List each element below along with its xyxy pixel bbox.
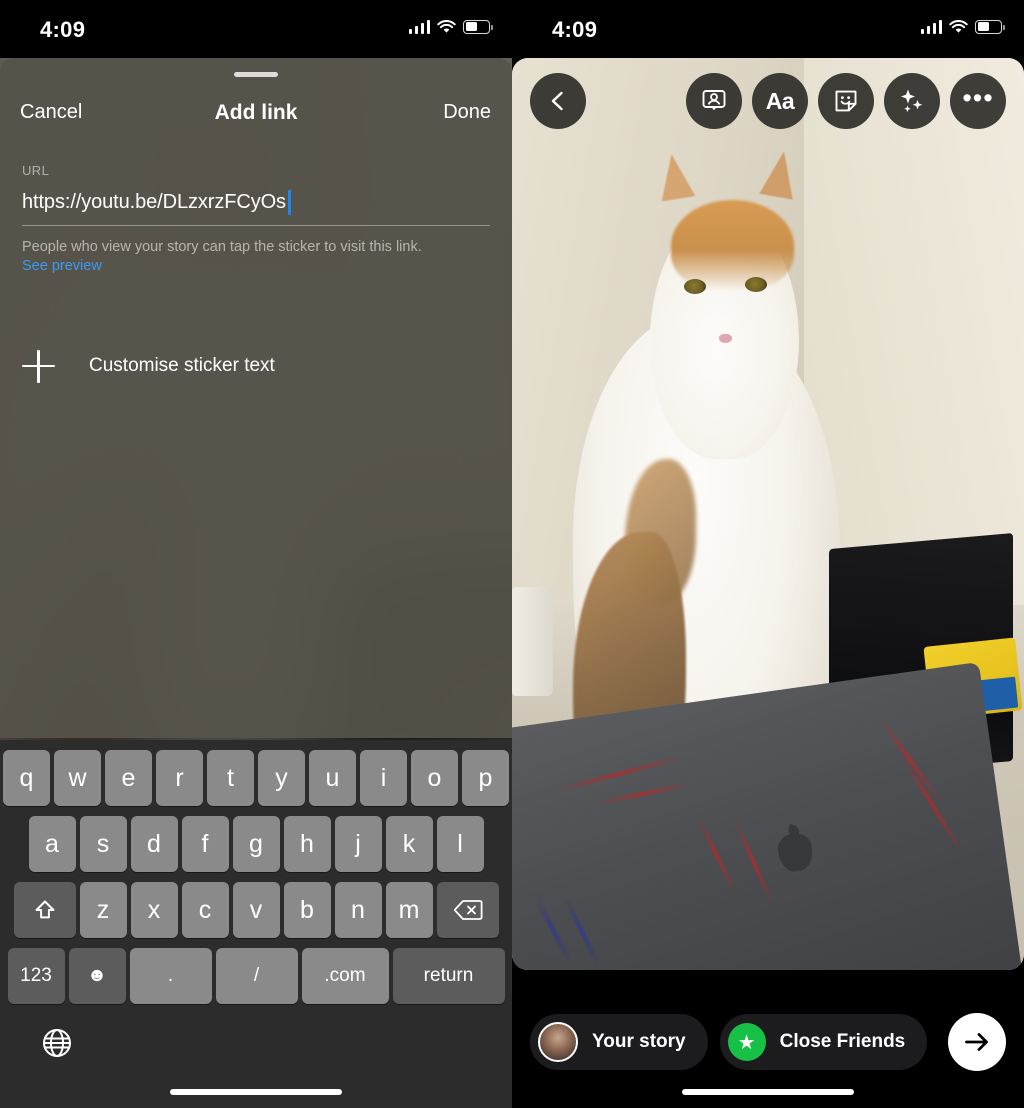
status-bar: 4:09 (0, 0, 512, 58)
battery-icon (975, 19, 1005, 34)
emoji-smiley-icon[interactable]: ☻ (68, 948, 126, 1004)
url-field-label: URL (22, 163, 50, 178)
your-story-label: Your story (592, 1031, 686, 1052)
key-f[interactable]: f (181, 816, 229, 872)
key-u[interactable]: u (309, 750, 356, 806)
key-g[interactable]: g (232, 816, 280, 872)
more-dots: ••• (962, 82, 994, 113)
key-p[interactable]: p (462, 750, 509, 806)
key-x[interactable]: x (130, 882, 178, 938)
more-options-icon[interactable]: ••• (950, 73, 1006, 129)
key-period[interactable]: . (129, 948, 212, 1004)
url-field-hint: People who view your story can tap the s… (22, 239, 422, 255)
composer-top-bar: Aa ••• (512, 72, 1024, 130)
avatar (538, 1022, 578, 1062)
chevron-left-icon[interactable] (530, 73, 586, 129)
home-indicator-right (682, 1089, 854, 1095)
wifi-icon (949, 19, 968, 33)
done-button[interactable]: Done (443, 101, 491, 124)
key-i[interactable]: i (360, 750, 407, 806)
key-w[interactable]: w (54, 750, 101, 806)
story-photo[interactable] (512, 58, 1024, 970)
battery-icon (463, 19, 493, 34)
on-screen-keyboard: q w e r t y u i o p a s d f g h j k l z (0, 740, 512, 1108)
composer-bottom-bar: Your story ★ Close Friends (512, 1012, 1024, 1072)
key-m[interactable]: m (385, 882, 433, 938)
key-d[interactable]: d (130, 816, 178, 872)
key-l[interactable]: l (436, 816, 484, 872)
customise-sticker-text-label: Customise sticker text (89, 355, 275, 376)
key-b[interactable]: b (283, 882, 331, 938)
text-tool-icon[interactable]: Aa (752, 73, 808, 129)
key-y[interactable]: y (258, 750, 305, 806)
status-bar-right: 4:09 (512, 0, 1024, 58)
cellular-signal-icon (408, 19, 430, 34)
add-link-sheet: Cancel Add link Done URL https://youtu.b… (0, 58, 512, 738)
close-friends-button[interactable]: ★ Close Friends (719, 1014, 928, 1070)
backspace-icon[interactable] (436, 882, 499, 938)
key-dotcom[interactable]: .com (301, 948, 389, 1004)
key-c[interactable]: c (181, 882, 229, 938)
arrow-right-icon[interactable] (948, 1013, 1006, 1071)
close-friends-label: Close Friends (779, 1031, 906, 1052)
keyboard-row-2: a s d f g h j k l (0, 816, 512, 872)
right-screen-story-composer: 4:09 Aa ••• Your story ★ Close Friends (512, 0, 1024, 1108)
see-preview-link[interactable]: See preview (22, 258, 102, 274)
key-s[interactable]: s (79, 816, 127, 872)
key-z[interactable]: z (79, 882, 127, 938)
sheet-grabber[interactable] (234, 72, 278, 77)
text-caret (287, 189, 291, 215)
key-q[interactable]: q (3, 750, 50, 806)
status-bar-indicators-right (920, 19, 1005, 34)
numbers-key[interactable]: 123 (7, 948, 65, 1004)
home-indicator-left (170, 1089, 342, 1095)
key-t[interactable]: t (207, 750, 254, 806)
url-field-group: URL https://youtu.be/DLzxrzFCyOs People … (22, 163, 490, 275)
plus-icon (22, 349, 56, 383)
globe-icon[interactable] (40, 1026, 74, 1060)
text-tool-label: Aa (765, 87, 795, 114)
key-o[interactable]: o (411, 750, 458, 806)
cancel-button[interactable]: Cancel (20, 101, 82, 124)
key-a[interactable]: a (28, 816, 76, 872)
left-screen-add-link: 4:09 Cancel Add link Done URL https://yo… (0, 0, 512, 1108)
key-r[interactable]: r (156, 750, 203, 806)
url-input[interactable]: https://youtu.be/DLzxrzFCyOs (22, 189, 490, 215)
green-star-badge: ★ (727, 1023, 766, 1061)
status-bar-indicators (408, 19, 493, 34)
url-field-underline (22, 225, 490, 226)
status-bar-time-right: 4:09 (552, 17, 598, 42)
customise-sticker-text-row[interactable]: Customise sticker text (22, 346, 490, 386)
key-e[interactable]: e (105, 750, 152, 806)
keyboard-row-3: z x c v b n m (0, 882, 512, 938)
sticker-icon[interactable] (818, 73, 874, 129)
key-slash[interactable]: / (215, 948, 298, 1004)
key-h[interactable]: h (283, 816, 331, 872)
tag-people-icon[interactable] (686, 73, 742, 129)
cellular-signal-icon (920, 19, 942, 34)
key-k[interactable]: k (385, 816, 433, 872)
key-n[interactable]: n (334, 882, 382, 938)
sheet-title: Add link (214, 101, 298, 124)
your-story-button[interactable]: Your story (530, 1014, 708, 1070)
keyboard-row-4: 123 ☻ . / .com return (0, 948, 512, 1004)
status-bar-time: 4:09 (40, 17, 86, 42)
sheet-navigation-bar: Cancel Add link Done (0, 101, 512, 135)
key-v[interactable]: v (232, 882, 280, 938)
shift-arrow-icon[interactable] (13, 882, 76, 938)
key-j[interactable]: j (334, 816, 382, 872)
url-input-value: https://youtu.be/DLzxrzFCyOs (22, 190, 286, 213)
keyboard-row-1: q w e r t y u i o p (0, 750, 512, 806)
return-key[interactable]: return (392, 948, 505, 1004)
effects-sparkle-icon[interactable] (884, 73, 940, 129)
composer-tools: Aa ••• (686, 73, 1006, 129)
wifi-icon (437, 19, 456, 33)
